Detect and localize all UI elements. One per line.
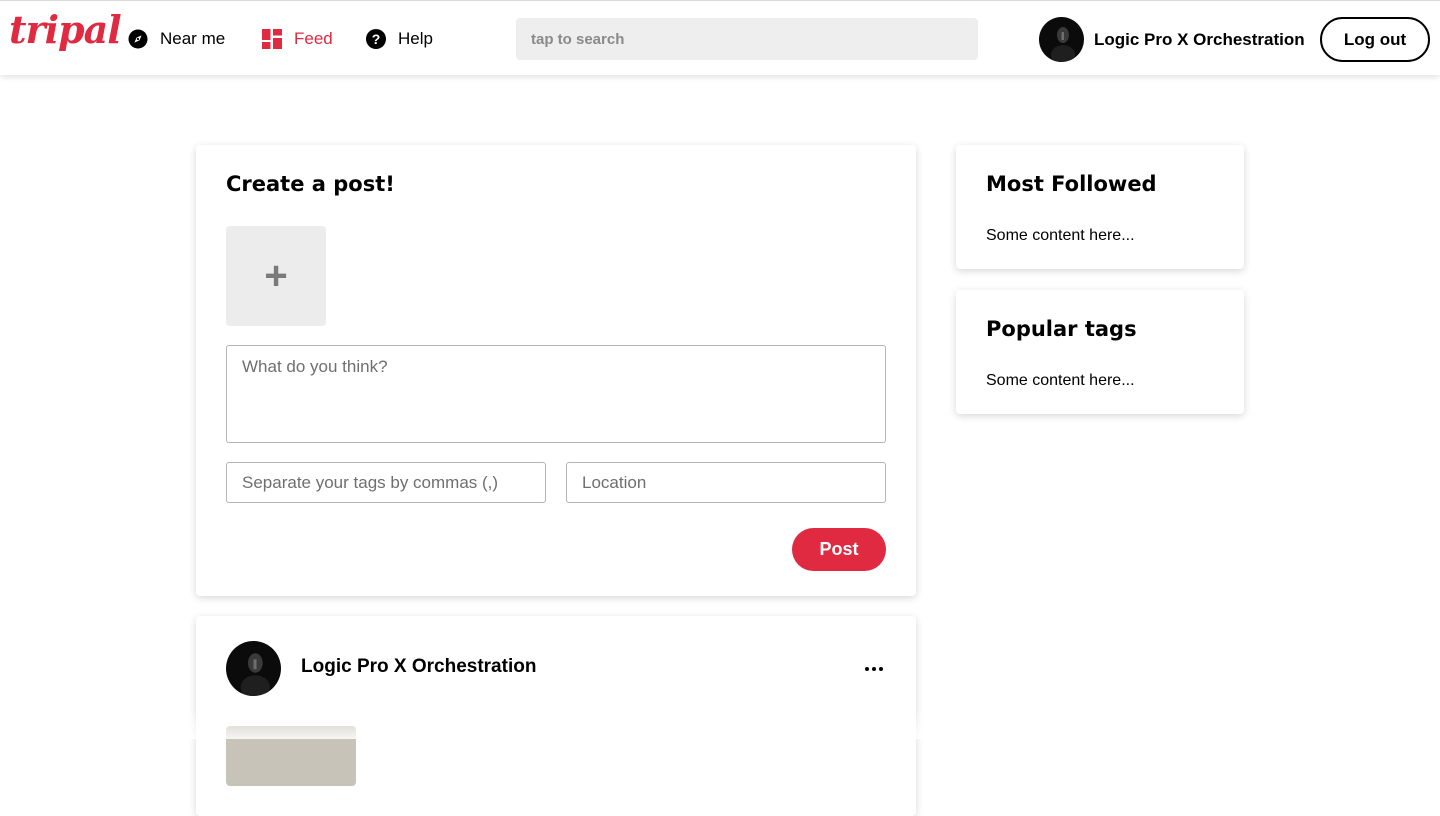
- create-post-title: Create a post!: [226, 172, 395, 196]
- more-horizontal-icon[interactable]: [856, 656, 892, 682]
- search-input[interactable]: [516, 18, 978, 60]
- post-button[interactable]: Post: [792, 528, 886, 571]
- user-name: Logic Pro X Orchestration: [1094, 29, 1305, 49]
- nav-help[interactable]: ? Help: [366, 26, 433, 52]
- post-author-avatar[interactable]: [226, 641, 281, 696]
- post-image[interactable]: [226, 726, 356, 786]
- most-followed-title: Most Followed: [986, 172, 1157, 196]
- nav-feed[interactable]: Feed: [262, 26, 333, 52]
- location-input[interactable]: [566, 462, 886, 503]
- post-text-field[interactable]: [226, 345, 886, 443]
- most-followed-card: Most Followed Some content here...: [956, 145, 1244, 269]
- popular-tags-content: Some content here...: [986, 372, 1135, 389]
- nav-near-me-label: Near me: [160, 29, 226, 48]
- compass-icon: [128, 29, 148, 49]
- most-followed-content: Some content here...: [986, 227, 1135, 244]
- tags-input[interactable]: [226, 462, 546, 503]
- add-photo-button[interactable]: +: [226, 226, 326, 326]
- logout-button[interactable]: Log out: [1320, 17, 1430, 62]
- avatar: [1039, 17, 1084, 62]
- feed-post-card: Logic Pro X Orchestration: [196, 616, 916, 816]
- post-author-name[interactable]: Logic Pro X Orchestration: [301, 656, 536, 678]
- help-circle-icon: ?: [366, 29, 386, 49]
- top-navbar: tripal Near me Feed ? Help tap to search…: [0, 0, 1440, 75]
- popular-tags-card: Popular tags Some content here...: [956, 290, 1244, 414]
- tripal-logo[interactable]: tripal: [9, 7, 122, 52]
- user-profile[interactable]: Logic Pro X Orchestration: [1039, 17, 1305, 62]
- create-post-card: Create a post! + Post: [196, 145, 916, 596]
- dashboard-icon: [262, 29, 282, 49]
- popular-tags-title: Popular tags: [986, 317, 1137, 341]
- plus-icon: +: [264, 253, 288, 298]
- nav-help-label: Help: [398, 29, 433, 48]
- nav-near-me[interactable]: Near me: [128, 26, 225, 52]
- nav-feed-label: Feed: [294, 29, 333, 48]
- svg-text:?: ?: [372, 31, 381, 47]
